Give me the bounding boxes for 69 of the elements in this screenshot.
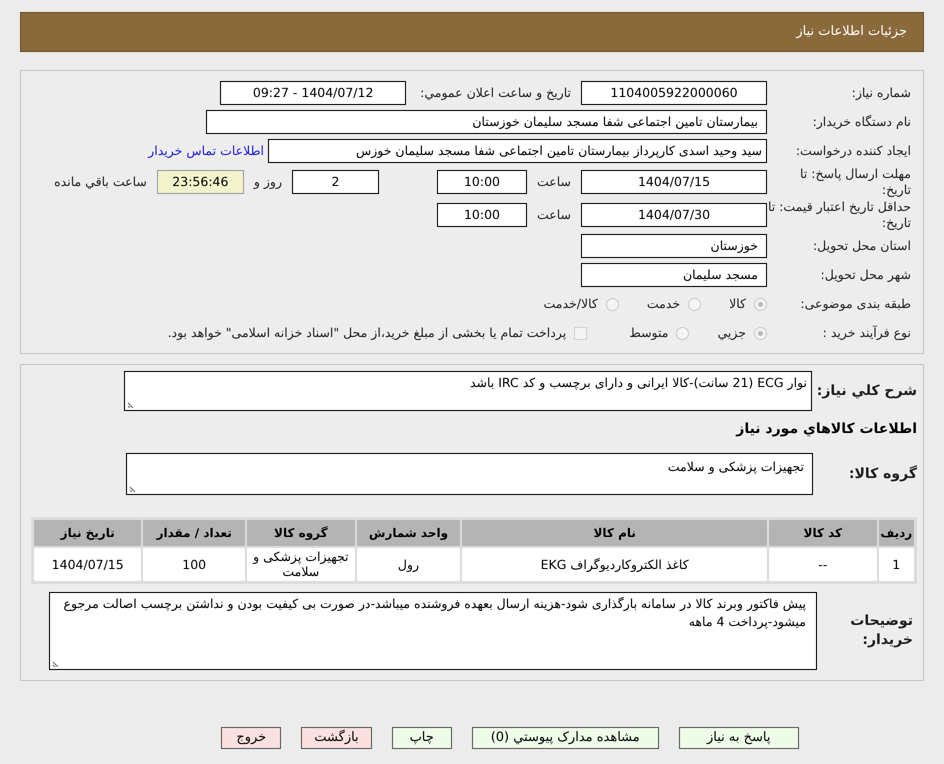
text-field[interactable]: 2 (292, 170, 379, 194)
table-cell: -- (768, 546, 878, 582)
checkbox[interactable] (574, 326, 588, 340)
column-header: نام کالا (461, 518, 768, 546)
table-cell: رول (356, 546, 462, 582)
action-button[interactable]: پاسخ به نیاز (678, 727, 799, 749)
text-field[interactable]: 1404/07/12 - 09:27 (220, 81, 406, 105)
field-label: شهر محل تحویل: (820, 266, 911, 284)
text-area[interactable]: پیش فاکتور وبرند کالا در سامانه بارگذاری شود-هزینه ارسال بعهده فروشنده میباشد-در صورت بی کیفیت بودن و نداشتن برچسب اصالت مرجوع میشود-پرداخت 4 ماهه (49, 592, 817, 670)
field-label: ساعت باقي مانده (54, 172, 147, 191)
field-label: استان محل تحویل: (812, 236, 911, 255)
field-label: شماره نیاز: (852, 84, 911, 102)
table-cell: تجهیزات پزشکی و سلامت (246, 546, 356, 582)
table-cell: 1404/07/15 (32, 546, 142, 582)
text-field[interactable]: 10:00 (436, 170, 527, 194)
field-label: مهلت ارسال پاسخ: تا تاریخ: (799, 166, 911, 198)
text-area[interactable]: تجهیزات پزشکی و سلامت (126, 453, 813, 495)
text-field[interactable]: مسجد سلیمان (581, 263, 767, 287)
field-label: شرح کلي نیاز: (816, 382, 917, 398)
field-label: ساعت (536, 206, 571, 224)
field-label: ایجاد کننده درخواست: (796, 142, 911, 160)
column-header: ردیف (878, 518, 916, 546)
action-button[interactable]: چاپ (392, 727, 452, 749)
action-button[interactable]: مشاهده مدارک پیوستي (0) (472, 727, 659, 749)
field-label: کالا (729, 294, 746, 313)
column-header: واحد شمارش (356, 518, 462, 546)
field-label: تاریخ و ساعت اعلان عمومي: (420, 84, 571, 102)
table-cell: کاغذ الکتروکاردیوگراف EKG (461, 546, 768, 582)
table-cell: 1 (878, 546, 916, 582)
field-label: توضیحات خریدار: (850, 613, 913, 648)
field-label: جزيي (717, 324, 746, 342)
text-field[interactable]: 1404/07/15 (581, 170, 767, 194)
table-cell: 100 (142, 546, 246, 582)
resize-grip-icon[interactable] (127, 400, 135, 408)
radio-button[interactable] (688, 298, 702, 310)
resize-grip-icon[interactable] (129, 484, 137, 492)
contact-link[interactable]: اطلاعات تماس خریدار (148, 142, 264, 160)
field-label: گروه کالا: (848, 466, 917, 482)
field-label: روز و (254, 172, 282, 191)
text-field[interactable]: سید وحید اسدی کارپرداز بیمارستان تامین اجتماعی شفا مسجد سلیمان خوزس (268, 139, 767, 163)
column-header: گروه کالا (246, 518, 356, 546)
field-label: حداقل تاریخ اعتبار قیمت: تا تاریخ: (767, 199, 911, 231)
section-heading: اطلاعات کالاهاي مورد نیاز (736, 420, 917, 438)
text-field[interactable]: بیمارستان تامین اجتماعی شفا مسجد سلیمان خوزستان (206, 110, 767, 134)
field-label: طبقه بندی موضوعی: (800, 294, 911, 313)
field-label: کالا/خدمت (543, 294, 598, 313)
column-header: تعداد / مقدار (142, 518, 246, 546)
field-label: ساعت (536, 172, 571, 191)
radio-button[interactable] (754, 326, 767, 340)
radio-button[interactable] (606, 298, 619, 310)
field-label: پرداخت تمام یا بخشی از مبلغ خرید،از محل "اسناد خزانه اسلامی" خواهد بود. (168, 324, 566, 342)
action-button[interactable]: خروج (221, 727, 282, 749)
column-header: تاریخ نیاز (32, 518, 142, 546)
column-header: کد کالا (768, 518, 878, 546)
resize-grip-icon[interactable] (52, 659, 60, 667)
text-area[interactable]: نوار ECG (21 سانت)-کالا ایرانی و دارای برچسب و کد IRC باشد (124, 371, 812, 411)
page-title: جزئیات اطلاعات نیاز (796, 23, 907, 42)
text-field[interactable]: 10:00 (436, 203, 527, 227)
field-label: متوسط (629, 324, 668, 342)
text-field[interactable]: خوزستان (581, 234, 767, 258)
radio-button[interactable] (754, 298, 767, 310)
field-label: نام دستگاه خریدار: (812, 112, 911, 131)
field-label: خدمت (646, 294, 680, 313)
text-field[interactable]: 1404/07/30 (581, 203, 767, 227)
field-label: نوع فرآیند خرید : (822, 324, 911, 342)
text-field[interactable]: 1104005922000060 (581, 81, 767, 105)
radio-button[interactable] (676, 326, 690, 340)
text-field[interactable]: 23:56:46 (156, 170, 244, 194)
action-button[interactable]: بازگشت (301, 727, 372, 749)
